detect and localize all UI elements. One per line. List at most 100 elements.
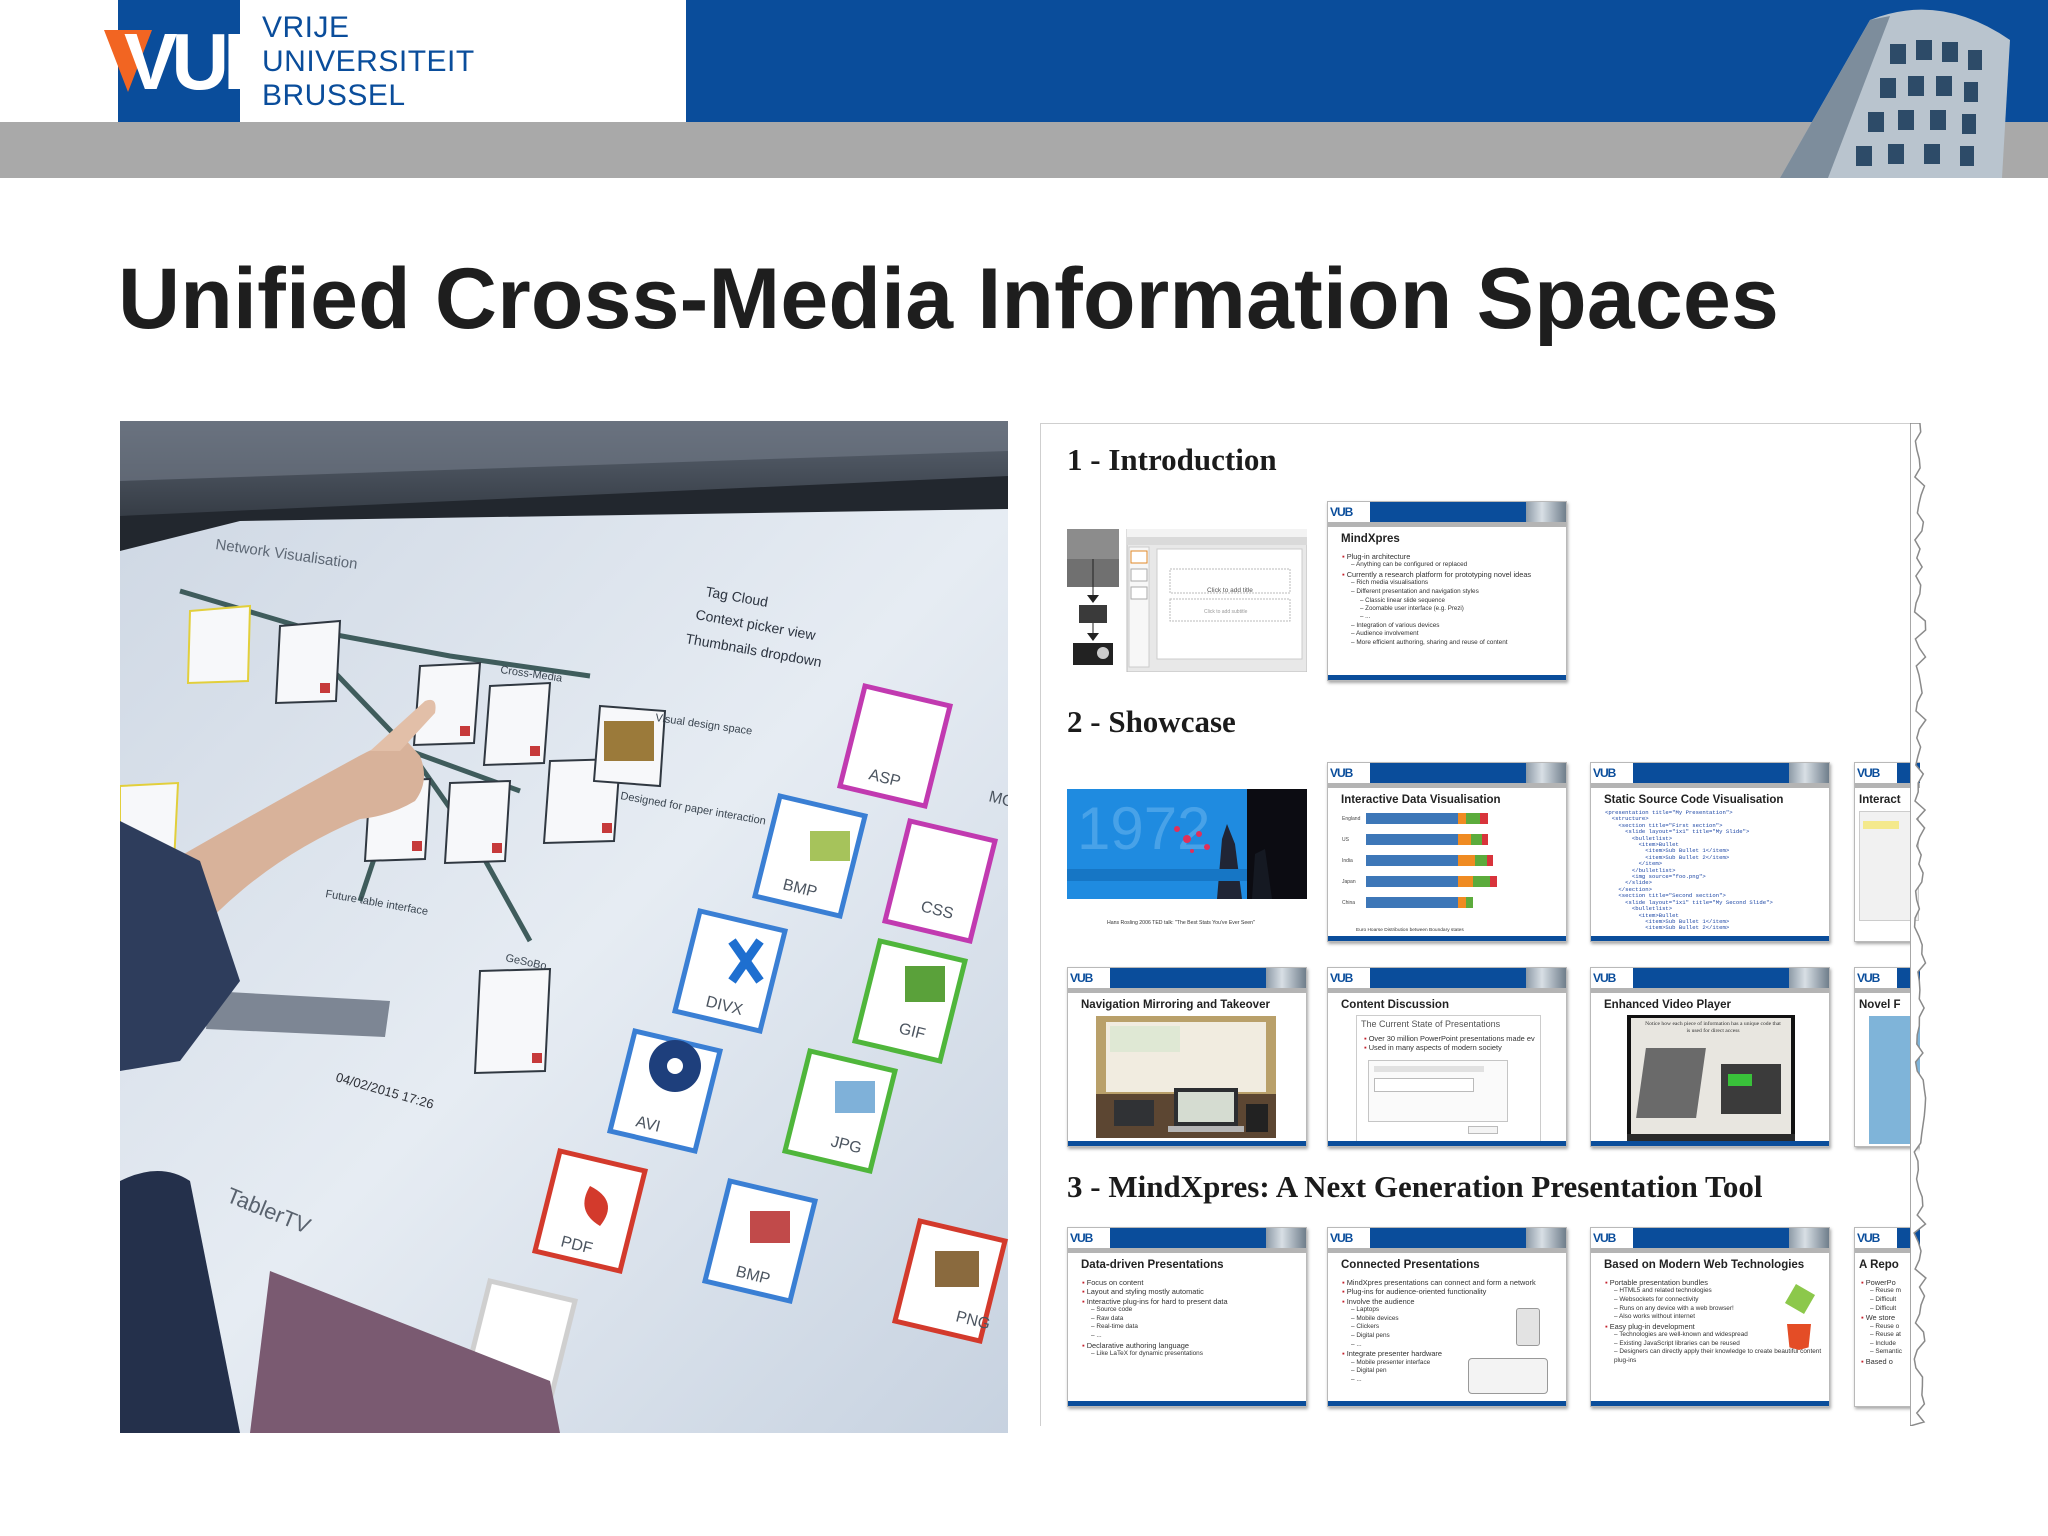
slide-thumbnail-mindxpres: VUB MindXpres Plug-in architectureAnythi… — [1327, 501, 1567, 681]
bullet-item: Real-time data — [1082, 1323, 1302, 1332]
bullet-item: Anything can be configured or replaced — [1342, 561, 1562, 570]
bullet-item: Different presentation and navigation st… — [1342, 588, 1562, 597]
bullet-item: More efficient authoring, sharing and re… — [1342, 639, 1562, 648]
slide-thumbnail-title: Interactive Data Visualisation — [1341, 794, 1501, 806]
slide-thumbnail-title: Navigation Mirroring and Takeover — [1081, 999, 1270, 1011]
data-vis-bar-segment — [1471, 834, 1482, 845]
bullet-item: Raw data — [1082, 1315, 1302, 1324]
slide-thumbnail-title: Novel F — [1859, 999, 1901, 1011]
slide-thumbnail-title: Content Discussion — [1341, 999, 1449, 1011]
slide-thumbnail-data-driven: VUB Data-driven Presentations Focus on c… — [1067, 1227, 1307, 1407]
bullet-item: Zoomable user interface (e.g. Prezi) — [1342, 605, 1562, 613]
bullet-item: Plug-ins for audience-oriented functiona… — [1342, 1287, 1562, 1296]
university-name-line: BRUSSEL — [262, 79, 406, 112]
data-vis-bar-segment — [1473, 876, 1491, 887]
data-vis-row-label: China — [1342, 900, 1356, 906]
data-vis-row-label: India — [1342, 858, 1353, 864]
bullet-item: Declarative authoring language — [1082, 1341, 1302, 1350]
section-heading: 2 - Showcase — [1067, 704, 1236, 739]
section-heading: 3 - MindXpres: A Next Generation Present… — [1067, 1169, 1763, 1204]
bullet-item: Plug-in architecture — [1342, 552, 1562, 561]
slide-thumbnail-title: Static Source Code Visualisation — [1604, 794, 1784, 806]
torn-edge — [1910, 423, 1927, 1426]
slide-thumbnail-discussion: VUB Content Discussion The Current State… — [1327, 967, 1567, 1147]
data-vis-bar-segment — [1466, 897, 1474, 908]
data-vis-bar-segment — [1457, 876, 1474, 887]
bullet-item: Portable presentation bundles — [1605, 1278, 1825, 1287]
data-vis-bar-segment — [1366, 813, 1458, 824]
slide-title: Unified Cross-Media Information Spaces — [118, 251, 1780, 347]
bullet: Over 30 million PowerPoint presentations… — [1364, 1034, 1554, 1043]
bullet-item: Integration of various devices — [1342, 622, 1562, 631]
data-vis-footer: Euro Hoarse Distribution between Boundar… — [1356, 928, 1464, 933]
bullet-item: Layout and styling mostly automatic — [1082, 1287, 1302, 1296]
data-vis-bar-segment — [1457, 897, 1467, 908]
slide-overview-panel: 1 - Introduction Click to add title Clic… — [1040, 423, 1920, 1426]
slide-bullets: Focus on contentLayout and styling mostl… — [1082, 1278, 1302, 1359]
slide-thumbnail-data-vis: VUB Interactive Data Visualisation Engla… — [1327, 762, 1567, 942]
bullet-item: Classic linear slide sequence — [1342, 597, 1562, 605]
placeholder-title: Click to add title — [1207, 587, 1253, 594]
bullet: Used in many aspects of modern society — [1364, 1043, 1554, 1052]
slide-thumbnail-title: Based on Modern Web Technologies — [1604, 1259, 1805, 1271]
discussion-subtitle: The Current State of Presentations — [1361, 1019, 1501, 1029]
data-vis-bar-segment — [1481, 834, 1489, 845]
university-name-line: UNIVERSITEIT — [262, 45, 475, 78]
code-line: <item>Sub Bullet 2</item> — [1605, 924, 1730, 932]
bullet-item: Source code — [1082, 1306, 1302, 1315]
vub-logo-letters: VUB — [124, 17, 281, 106]
bullet-item: Interactive plug-ins for hard to present… — [1082, 1297, 1302, 1306]
university-name-line: VRIJE — [262, 11, 350, 44]
data-vis-row-label: England — [1342, 816, 1361, 822]
bullet-item: Focus on content — [1082, 1278, 1302, 1287]
slide-thumbnail-title: Enhanced Video Player — [1604, 999, 1731, 1011]
data-vis-bar-segment — [1490, 876, 1497, 887]
bullet-item: ... — [1082, 1332, 1302, 1341]
data-vis-bar-segment — [1466, 813, 1480, 824]
slide-thumbnail-web-tech: VUB Based on Modern Web Technologies Por… — [1590, 1227, 1830, 1407]
university-name: VRIJE UNIVERSITEIT BRUSSEL — [262, 11, 475, 113]
data-vis-row-label: Japan — [1342, 879, 1356, 885]
section-heading: 1 - Introduction — [1067, 442, 1277, 477]
bullet-item: Currently a research platform for protot… — [1342, 570, 1562, 579]
bullet-item: MindXpres presentations can connect and … — [1342, 1278, 1562, 1287]
data-vis-bar-segment — [1479, 813, 1489, 824]
slide-bullets: Plug-in architectureAnything can be conf… — [1342, 552, 1562, 648]
data-vis-bar-segment — [1366, 897, 1458, 908]
video-caption: Notice how each piece of information has… — [1645, 1021, 1781, 1034]
bullet-item: Involve the audience — [1342, 1297, 1562, 1306]
slide-thumbnail-title: A Repo — [1859, 1259, 1899, 1271]
bullet-item: Rich media visualisations — [1342, 579, 1562, 588]
bullet-item: Also works without internet — [1605, 1313, 1825, 1322]
bullet-item: Audience involvement — [1342, 630, 1562, 639]
slide-thumbnail-video: VUB Enhanced Video Player Notice how eac… — [1590, 967, 1830, 1147]
data-vis-bar-segment — [1486, 855, 1494, 866]
bullet-item: Like LaTeX for dynamic presentations — [1082, 1350, 1302, 1359]
intro-editor-thumbnail: Click to add title Click to add subtitle — [1067, 529, 1307, 672]
building-photo — [1740, 0, 2048, 178]
code-listing: <presentation title="My Presentation"> <… — [1605, 809, 1825, 932]
data-vis-chart: England US India Japan China — [1342, 813, 1560, 923]
html5-icon — [1787, 1324, 1811, 1350]
data-vis-bar-segment — [1366, 855, 1458, 866]
slide-thumbnail-navigation: VUB Navigation Mirroring and Takeover — [1067, 967, 1307, 1147]
slide-thumbnail-title: Connected Presentations — [1341, 1259, 1480, 1271]
placeholder-subtitle: Click to add subtitle — [1204, 609, 1248, 615]
ted-talk-caption: Hans Rosling 2006 TED talk: "The Best St… — [1107, 920, 1255, 926]
data-vis-bar-segment — [1457, 855, 1475, 866]
slide-thumbnail-connected: VUB Connected Presentations MindXpres pr… — [1327, 1227, 1567, 1407]
data-vis-bar-segment — [1457, 813, 1467, 824]
discussion-bullets: Over 30 million PowerPoint presentations… — [1364, 1034, 1554, 1053]
slide-thumbnail-code-vis: VUB Static Source Code Visualisation <pr… — [1590, 762, 1830, 942]
data-vis-bar-segment — [1474, 855, 1487, 866]
slide-thumbnail-title: MindXpres — [1341, 533, 1400, 545]
data-vis-bar-segment — [1366, 834, 1458, 845]
data-vis-bar-segment — [1366, 876, 1458, 887]
bullet-item: ... — [1342, 613, 1562, 621]
multitouch-table-photo: Network Visualisation Visual design spac… — [120, 421, 1008, 1433]
ted-talk-thumbnail: 1972 Hans Rosling 2006 TED talk: "The Be… — [1067, 789, 1307, 931]
slide-thumbnail-title: Data-driven Presentations — [1081, 1259, 1224, 1271]
bullet-item: Designers can directly apply their knowl… — [1605, 1348, 1825, 1365]
data-vis-bar-segment — [1457, 834, 1472, 845]
data-vis-row-label: US — [1342, 837, 1349, 843]
